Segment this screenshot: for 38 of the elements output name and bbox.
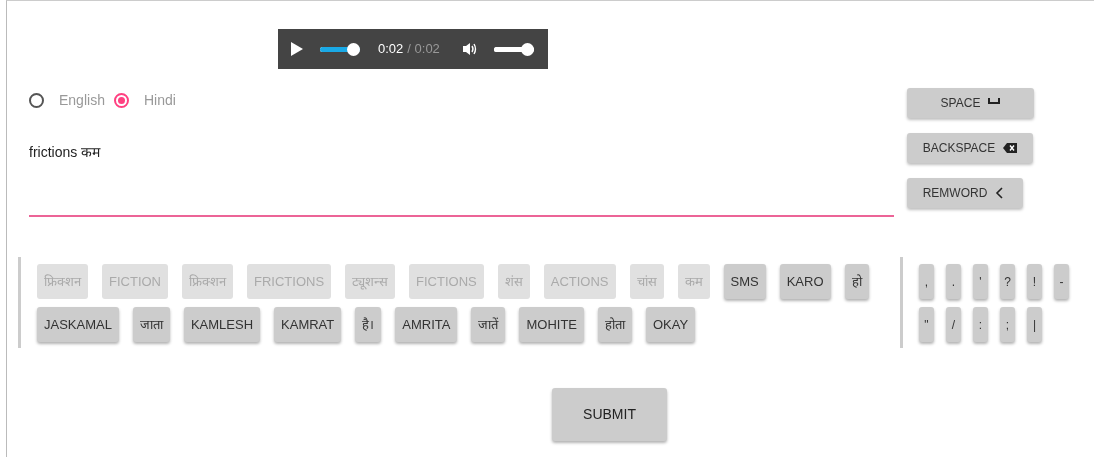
suggestion-chip[interactable]: हो — [844, 264, 869, 299]
suggestion-chip[interactable]: SMS — [723, 264, 766, 299]
radio-button[interactable] — [113, 93, 129, 108]
volume-slider[interactable] — [493, 42, 534, 56]
play-icon[interactable] — [290, 41, 304, 57]
suggestion-chip[interactable]: है। — [355, 307, 382, 342]
punctuation-key[interactable]: ! — [1027, 264, 1042, 299]
punctuation-key[interactable]: - — [1054, 264, 1069, 299]
suggestion-chip[interactable]: JASKAMAL — [37, 307, 119, 342]
backspace-icon — [1003, 142, 1018, 154]
suggestion-chip[interactable]: KARO — [779, 264, 831, 299]
current-time: 0:02 — [378, 40, 404, 59]
punctuation-key[interactable]: / — [946, 307, 961, 342]
suggestion-chip[interactable]: जाता — [132, 307, 170, 342]
suggestion-chip[interactable]: जातें — [471, 307, 506, 342]
radio-button[interactable] — [29, 93, 44, 108]
punctuation-key[interactable]: , — [919, 264, 934, 299]
punctuation-key[interactable]: " — [919, 307, 934, 342]
text-input[interactable]: frictions कम — [29, 137, 894, 217]
punctuation-key[interactable]: | — [1027, 307, 1042, 342]
punctuation-key[interactable]: : — [973, 307, 988, 342]
punctuation-key[interactable]: ? — [1000, 264, 1015, 299]
punctuation-key[interactable]: ; — [1000, 307, 1015, 342]
punctuation-key[interactable]: ' — [973, 264, 988, 299]
duration: / 0:02 — [407, 40, 440, 59]
suggestion-chip[interactable]: MOHITE — [519, 307, 584, 342]
key-button[interactable]: BACKSPACE — [907, 133, 1033, 163]
volume-icon[interactable] — [461, 42, 478, 56]
suggestion-chip[interactable]: KAMLESH — [183, 307, 261, 342]
progress-slider[interactable] — [320, 42, 360, 56]
key-button[interactable]: REMWORD — [907, 178, 1023, 208]
suggestion-chip[interactable]: OKAY — [646, 307, 696, 342]
suggestion-chip[interactable]: AMRITA — [395, 307, 458, 342]
punctuation-key[interactable]: . — [946, 264, 961, 299]
submit-button[interactable]: SUBMIT — [552, 388, 667, 441]
suggestion-chip[interactable]: KAMRAT — [274, 307, 342, 342]
suggestion-chip[interactable]: होता — [598, 307, 632, 342]
key-button[interactable]: SPACE — [907, 88, 1034, 118]
